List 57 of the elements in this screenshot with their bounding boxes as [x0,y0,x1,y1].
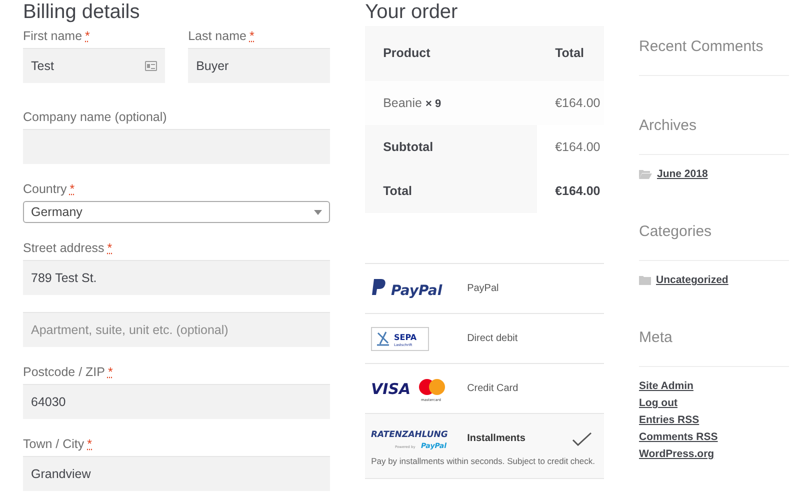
section-title: Billing details [23,0,141,24]
table-cell-text: €164.00 [554,138,600,156]
field-label: Last name [188,28,246,44]
section-title: Your order [365,0,459,24]
required-mark: * [70,181,75,197]
logo-text: PayPal [391,282,442,298]
input-field[interactable] [23,129,330,164]
table-cell-text: Beanie × 9 [382,94,442,112]
sidebar-link[interactable]: WordPress.org [639,447,714,462]
folder-icon [639,276,651,285]
required-mark: * [249,28,254,44]
logo-text: SEPA [394,332,417,342]
payment-label: Credit Card [467,382,518,396]
mastercard-circles-icon [419,378,446,394]
payment-label: Installments [467,432,526,446]
field-label: Town / City [23,436,84,452]
input-field[interactable]: 789 Test St. [23,260,330,295]
field-label: Company name (optional) [23,109,167,125]
field-label: First name [23,28,82,44]
sidebar-link[interactable]: Site Admin [639,379,694,394]
field-label: Country [23,181,67,197]
folder-icon [639,170,652,179]
table-cell: Total [365,169,538,213]
input-field[interactable]: Grandview [23,456,330,491]
pen-icon [376,330,390,346]
widget-title: Meta [639,328,789,367]
sidebar-link[interactable]: Comments RSS [639,430,718,445]
widget-title: Categories [639,222,789,261]
country-select[interactable]: Germany [23,201,330,223]
logo-text: VISA [371,380,411,398]
caret-icon [314,210,322,214]
input-field[interactable]: Buyer [188,48,330,83]
payment-description: Pay by installments within seconds. Subject to credit check. [370,455,596,468]
sidebar-link[interactable]: Entries RSS [639,413,700,428]
sidebar-link[interactable]: Uncategorized [656,273,728,288]
payment-label: Direct debit [467,332,518,346]
sidebar-link[interactable]: June 2018 [657,167,708,182]
column-header: Product [382,45,432,62]
checkmark-icon [572,432,592,446]
table-cell: Subtotal [365,125,538,169]
required-mark: * [85,28,90,44]
field-label: Postcode / ZIP [23,364,105,380]
payment-label: PayPal [467,282,499,296]
sidebar-link[interactable]: Log out [639,396,678,411]
input-field[interactable]: Test [23,48,165,83]
table-cell-text: €164.00 [554,182,600,200]
input-field[interactable]: 64030 [23,384,330,419]
widget-title: Recent Comments [639,37,789,76]
required-mark: * [87,436,92,452]
required-mark: * [107,240,112,256]
paypal-mark-icon [372,278,386,294]
widget-title: Archives [639,116,789,155]
table-cell-text: €164.00 [555,94,600,112]
field-label: Street address [23,240,104,256]
required-mark: * [108,364,113,380]
logo-text: RATENZAHLUNG [371,430,448,440]
column-header: Total [555,45,584,62]
